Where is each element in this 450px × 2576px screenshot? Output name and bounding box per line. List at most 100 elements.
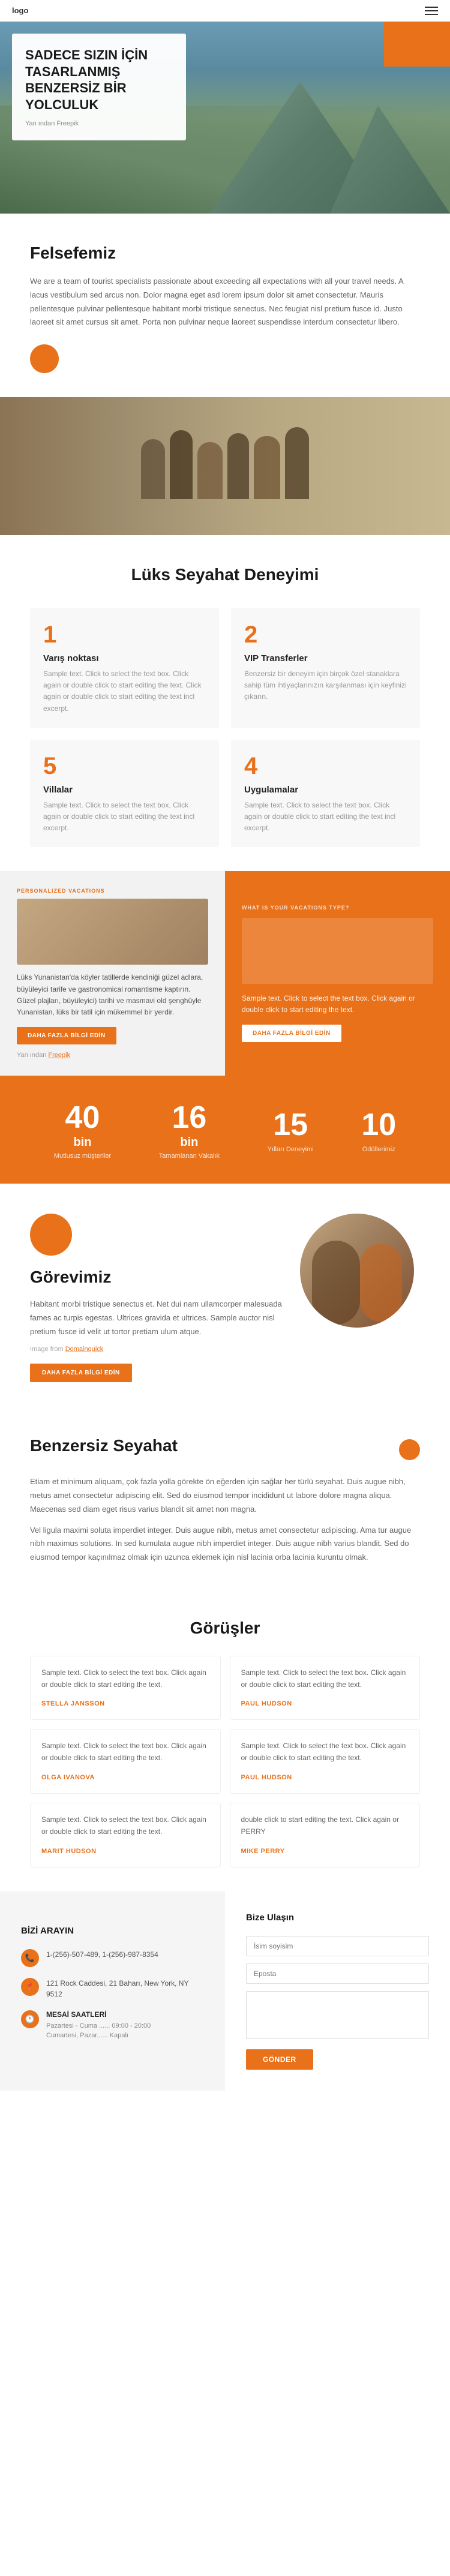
- review-card-0: Sample text. Click to select the text bo…: [30, 1656, 221, 1721]
- logo: logo: [12, 6, 28, 15]
- unique-text-1: Etiam et minimum aliquam, çok fazla yoll…: [30, 1475, 420, 1516]
- contact-hours-item: 🕐 MESAİ SAATLERİ Pazartesi - Cuma ......…: [21, 2010, 204, 2041]
- mission-text: Habitant morbi tristique senectus et. Ne…: [30, 1298, 282, 1338]
- philosophy-section: Felsefemiz We are a team of tourist spec…: [0, 214, 450, 397]
- contact-right-panel: Bize Ulaşın GÖNDER: [225, 1892, 450, 2091]
- review-card-5: double click to start editing the text. …: [230, 1803, 421, 1868]
- contact-section: BİZİ ARAYIN 📞 1-(256)-507-489, 1-(256)-9…: [0, 1892, 450, 2091]
- contact-left-panel: BİZİ ARAYIN 📞 1-(256)-507-489, 1-(256)-9…: [0, 1892, 225, 2091]
- group-photo-people: [141, 427, 309, 505]
- stats-section: 40 bin Mutlusuz müşteriler 16 bin Tamaml…: [0, 1076, 450, 1184]
- luxury-item-1: 1 Varış noktası Sample text. Click to se…: [30, 608, 219, 728]
- stat-label-3: Ödüllerimiz: [361, 1146, 396, 1153]
- phone-icon-circle: 📞: [21, 1949, 39, 1967]
- personalized-right-btn[interactable]: DAHA FAZLA BİLGİ EDİN: [242, 1025, 341, 1042]
- hamburger-menu[interactable]: [425, 7, 438, 15]
- personalized-section: PERSONALIZED VACATIONS Lüks Yunanistan'd…: [0, 871, 450, 1076]
- review-author-2: OLGA IVANOVA: [41, 1774, 95, 1781]
- personalized-credit-link[interactable]: Freepik: [48, 1052, 70, 1059]
- personalized-left-tag: PERSONALIZED VACATIONS: [17, 888, 208, 894]
- contact-email-input[interactable]: [246, 1963, 429, 1984]
- review-text-2: Sample text. Click to select the text bo…: [41, 1740, 209, 1764]
- review-card-3: Sample text. Click to select the text bo…: [230, 1729, 421, 1794]
- hours-icon-circle: 🕐: [21, 2010, 39, 2028]
- contact-address-text: 121 Rock Caddesi, 21 Baharı, New York, N…: [46, 1978, 204, 1999]
- hours-line-1: Pazartesi - Cuma ...... 09:00 - 20:00: [46, 2021, 151, 2031]
- contact-phone-text: 1-(256)-507-489, 1-(256)-987-8354: [46, 1949, 158, 1960]
- philosophy-heading: Felsefemiz: [30, 244, 420, 263]
- philosophy-text: We are a team of tourist specialists pas…: [30, 275, 420, 329]
- luxury-title-2: VIP Transferler: [244, 653, 407, 663]
- stat-item-0: 40 bin Mutlusuz müşteriler: [54, 1100, 111, 1160]
- mission-credit: Image from Domainquick: [30, 1346, 282, 1353]
- luxury-number-2: 2: [244, 622, 407, 648]
- hero-title: SADECE SIZIN İÇİN TASARLANMIŞ BENZERSİZ …: [25, 47, 173, 113]
- contact-submit-btn[interactable]: GÖNDER: [246, 2049, 313, 2070]
- personalized-photo: [17, 899, 208, 965]
- contact-phone-item: 📞 1-(256)-507-489, 1-(256)-987-8354: [21, 1949, 204, 1967]
- personalized-right-tag: WHAT IS YOUR VACATIONS TYPE?: [242, 905, 433, 911]
- reviews-heading: Görüşler: [30, 1619, 420, 1638]
- luxury-text-1: Sample text. Click to select the text bo…: [43, 668, 206, 714]
- reviews-grid: Sample text. Click to select the text bo…: [30, 1656, 420, 1868]
- personalized-credit: Yan ından Freepik: [17, 1052, 208, 1059]
- luxury-item-4: 4 Uygulamalar Sample text. Click to sele…: [231, 740, 420, 848]
- luxury-text-3: Sample text. Click to select the text bo…: [43, 800, 206, 834]
- review-author-4: MARIT HUDSON: [41, 1848, 97, 1855]
- review-text-5: double click to start editing the text. …: [241, 1814, 409, 1838]
- luxury-title-3: Villalar: [43, 785, 206, 795]
- review-author-3: PAUL HUDSON: [241, 1774, 292, 1781]
- luxury-number-3: 5: [43, 753, 206, 780]
- mission-left: Görevimiz Habitant morbi tristique senec…: [30, 1214, 300, 1382]
- stat-number-2: 15: [268, 1107, 314, 1143]
- luxury-title-1: Varış noktası: [43, 653, 206, 663]
- personalized-right-text: Sample text. Click to select the text bo…: [242, 993, 433, 1016]
- unique-header: Benzersiz Seyahat: [30, 1436, 420, 1460]
- page-header: logo: [0, 0, 450, 22]
- luxury-number-4: 4: [244, 753, 407, 780]
- review-text-4: Sample text. Click to select the text bo…: [41, 1814, 209, 1838]
- review-card-4: Sample text. Click to select the text bo…: [30, 1803, 221, 1868]
- review-card-1: Sample text. Click to select the text bo…: [230, 1656, 421, 1721]
- stat-unit-0: bin: [73, 1136, 91, 1149]
- contact-address-item: 📍 121 Rock Caddesi, 21 Baharı, New York,…: [21, 1978, 204, 1999]
- stat-item-2: 15 Yılları Deneyimi: [268, 1107, 314, 1153]
- luxury-section: Lüks Seyahat Deneyimi 1 Varış noktası Sa…: [0, 535, 450, 871]
- hours-title: MESAİ SAATLERİ: [46, 2010, 151, 2019]
- mission-heading: Görevimiz: [30, 1268, 282, 1287]
- review-text-0: Sample text. Click to select the text bo…: [41, 1667, 209, 1691]
- personalized-left-btn[interactable]: DAHA FAZLA BİLGİ EDİN: [17, 1027, 116, 1044]
- stat-item-1: 16 bin Tamamlanan Vakalık: [159, 1100, 220, 1160]
- personalized-right: WHAT IS YOUR VACATIONS TYPE? Sample text…: [225, 871, 450, 1076]
- mission-section: Görevimiz Habitant morbi tristique senec…: [0, 1184, 450, 1406]
- stat-unit-1: bin: [180, 1136, 198, 1149]
- hero-content-box: SADECE SIZIN İÇİN TASARLANMIŞ BENZERSİZ …: [12, 34, 186, 140]
- reviews-section: Görüşler Sample text. Click to select th…: [0, 1589, 450, 1892]
- stat-label-1: Tamamlanan Vakalık: [159, 1152, 220, 1160]
- luxury-text-2: Benzersiz bir deneyim için birçok özel s…: [244, 668, 407, 703]
- unique-heading: Benzersiz Seyahat: [30, 1436, 178, 1455]
- unique-orange-dot: [399, 1439, 420, 1460]
- hero-orange-accent: [384, 22, 450, 67]
- mission-big-circle: [30, 1214, 72, 1256]
- mission-btn[interactable]: DAHA FAZLA BİLGİ EDİN: [30, 1364, 132, 1382]
- personalized-left: PERSONALIZED VACATIONS Lüks Yunanistan'd…: [0, 871, 225, 1076]
- luxury-number-1: 1: [43, 622, 206, 648]
- hero-subtitle: Yan ından Freepik: [25, 120, 173, 127]
- stat-item-3: 10 Ödüllerimiz: [361, 1107, 396, 1153]
- luxury-heading: Lüks Seyahat Deneyimi: [30, 565, 420, 584]
- stat-number-0: 40: [54, 1100, 111, 1136]
- luxury-item-3: 5 Villalar Sample text. Click to select …: [30, 740, 219, 848]
- hero-section: SADECE SIZIN İÇİN TASARLANMIŞ BENZERSİZ …: [0, 22, 450, 214]
- contact-name-input[interactable]: [246, 1936, 429, 1956]
- group-photo-section: [0, 397, 450, 535]
- address-icon-circle: 📍: [21, 1978, 39, 1996]
- review-author-5: MIKE PERRY: [241, 1848, 285, 1855]
- luxury-item-2: 2 VIP Transferler Benzersiz bir deneyim …: [231, 608, 420, 728]
- stat-label-2: Yılları Deneyimi: [268, 1146, 314, 1153]
- mission-credit-link[interactable]: Domainquick: [65, 1346, 104, 1353]
- personalized-right-photo: [242, 918, 433, 984]
- contact-message-input[interactable]: [246, 1991, 429, 2039]
- personalized-left-text: Lüks Yunanistan'da köyler tatillerde ken…: [17, 972, 208, 1018]
- review-author-0: STELLA JANSSON: [41, 1700, 105, 1707]
